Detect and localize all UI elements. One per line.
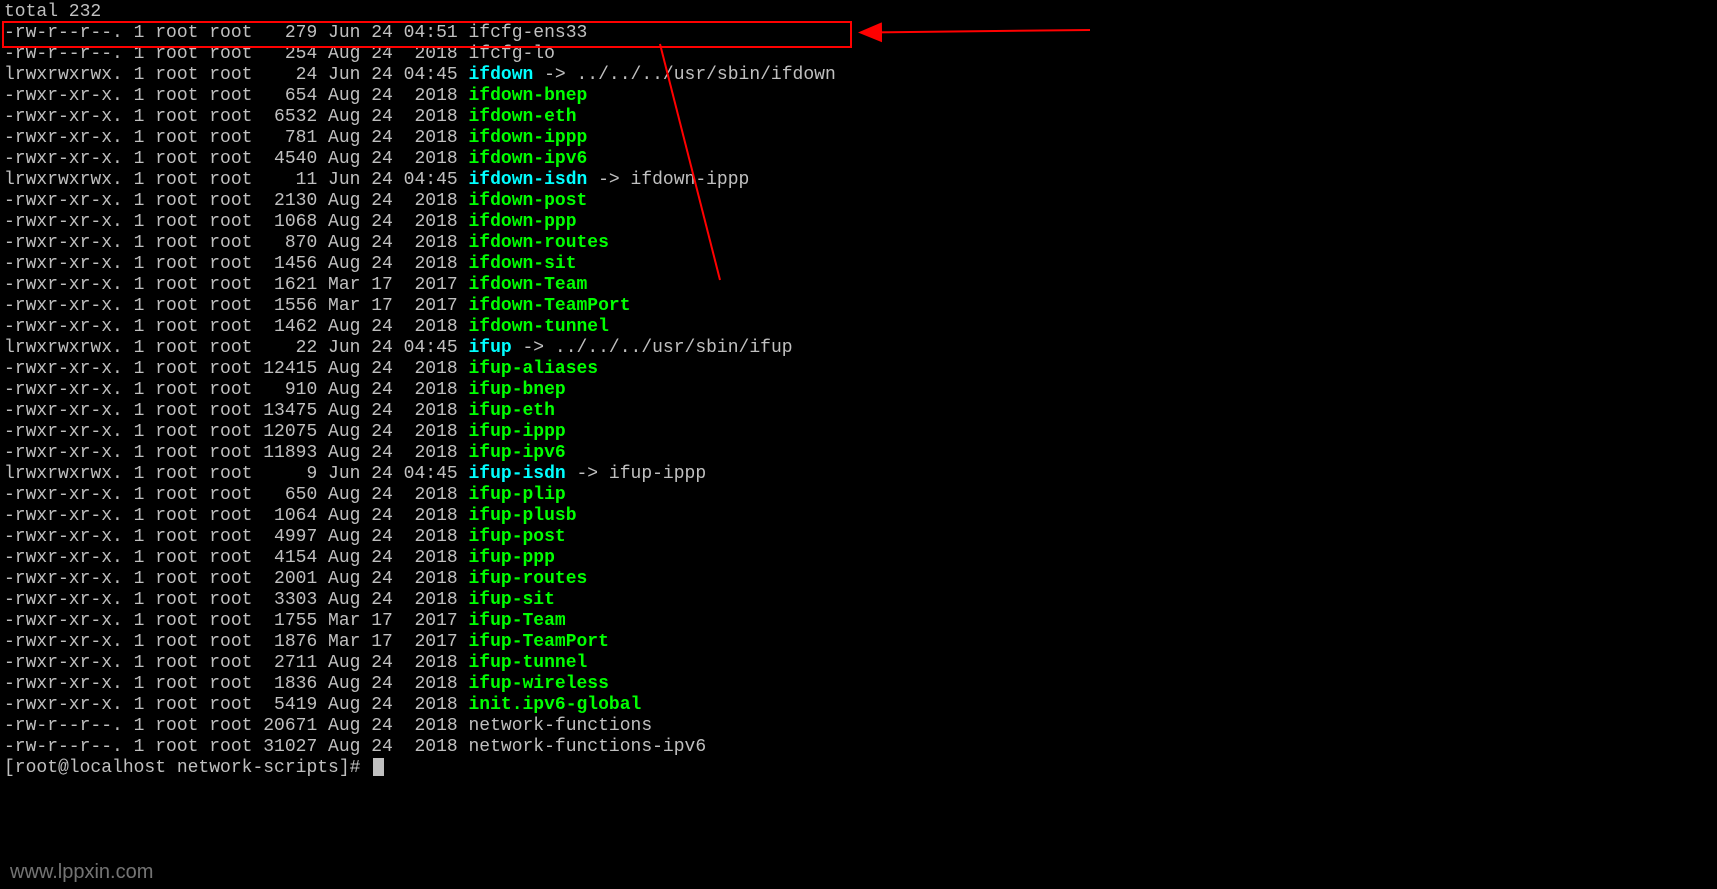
file-row: -rwxr-xr-x. 1 root root 1621 Mar 17 2017… [4,275,1713,296]
file-row: -rwxr-xr-x. 1 root root 1836 Aug 24 2018… [4,674,1713,695]
watermark: www.lppxin.com [0,862,153,883]
file-row: -rwxr-xr-x. 1 root root 1456 Aug 24 2018… [4,254,1713,275]
file-row: -rwxr-xr-x. 1 root root 1068 Aug 24 2018… [4,212,1713,233]
file-row: -rwxr-xr-x. 1 root root 3303 Aug 24 2018… [4,590,1713,611]
file-row: -rw-r--r--. 1 root root 254 Aug 24 2018 … [4,44,1713,65]
total-line: total 232 [4,2,1713,23]
file-row: -rwxr-xr-x. 1 root root 781 Aug 24 2018 … [4,128,1713,149]
file-row: -rwxr-xr-x. 1 root root 1876 Mar 17 2017… [4,632,1713,653]
file-row: -rwxr-xr-x. 1 root root 5419 Aug 24 2018… [4,695,1713,716]
file-row: -rwxr-xr-x. 1 root root 4997 Aug 24 2018… [4,527,1713,548]
file-row: -rwxr-xr-x. 1 root root 12415 Aug 24 201… [4,359,1713,380]
file-row: -rwxr-xr-x. 1 root root 910 Aug 24 2018 … [4,380,1713,401]
file-row: -rwxr-xr-x. 1 root root 4540 Aug 24 2018… [4,149,1713,170]
file-row: -rwxr-xr-x. 1 root root 870 Aug 24 2018 … [4,233,1713,254]
file-row: -rwxr-xr-x. 1 root root 12075 Aug 24 201… [4,422,1713,443]
file-row: -rwxr-xr-x. 1 root root 1064 Aug 24 2018… [4,506,1713,527]
shell-prompt[interactable]: [root@localhost network-scripts]# [4,758,1713,779]
file-row: -rwxr-xr-x. 1 root root 6532 Aug 24 2018… [4,107,1713,128]
file-row: lrwxrwxrwx. 1 root root 11 Jun 24 04:45 … [4,170,1713,191]
file-row: lrwxrwxrwx. 1 root root 24 Jun 24 04:45 … [4,65,1713,86]
file-row: -rwxr-xr-x. 1 root root 654 Aug 24 2018 … [4,86,1713,107]
file-row: -rw-r--r--. 1 root root 20671 Aug 24 201… [4,716,1713,737]
file-row: -rwxr-xr-x. 1 root root 2001 Aug 24 2018… [4,569,1713,590]
terminal-output[interactable]: total 232-rw-r--r--. 1 root root 279 Jun… [0,0,1717,781]
file-row: -rwxr-xr-x. 1 root root 1755 Mar 17 2017… [4,611,1713,632]
file-row: -rwxr-xr-x. 1 root root 1556 Mar 17 2017… [4,296,1713,317]
cursor [373,758,384,776]
file-row: -rwxr-xr-x. 1 root root 4154 Aug 24 2018… [4,548,1713,569]
file-row: lrwxrwxrwx. 1 root root 22 Jun 24 04:45 … [4,338,1713,359]
file-row: -rwxr-xr-x. 1 root root 650 Aug 24 2018 … [4,485,1713,506]
file-row: -rw-r--r--. 1 root root 279 Jun 24 04:51… [4,23,1713,44]
file-row: -rw-r--r--. 1 root root 31027 Aug 24 201… [4,737,1713,758]
file-row: -rwxr-xr-x. 1 root root 2130 Aug 24 2018… [4,191,1713,212]
file-row: -rwxr-xr-x. 1 root root 1462 Aug 24 2018… [4,317,1713,338]
file-row: -rwxr-xr-x. 1 root root 13475 Aug 24 201… [4,401,1713,422]
file-row: lrwxrwxrwx. 1 root root 9 Jun 24 04:45 i… [4,464,1713,485]
file-row: -rwxr-xr-x. 1 root root 2711 Aug 24 2018… [4,653,1713,674]
file-row: -rwxr-xr-x. 1 root root 11893 Aug 24 201… [4,443,1713,464]
